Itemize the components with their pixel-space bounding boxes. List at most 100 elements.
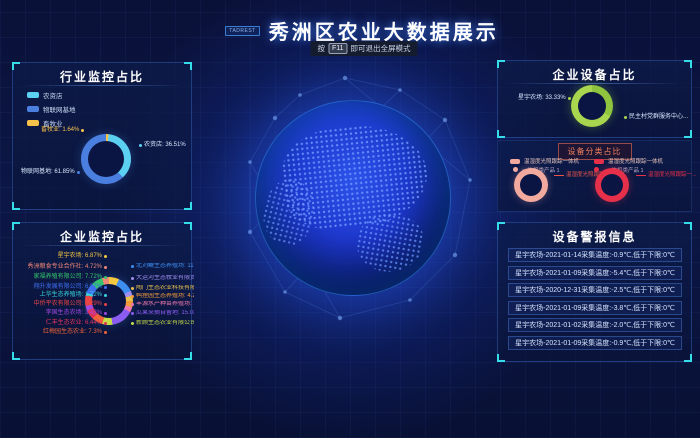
chart-callout: 陶门生态农业科技有限公: [131, 285, 194, 291]
legend-swatch: [27, 92, 39, 98]
fullscreen-hint: 按 F11 即可退出全屏模式: [310, 41, 417, 56]
legend-item[interactable]: 温湿度光照跟踪一体机: [510, 157, 579, 165]
legend-item[interactable]: 温湿度光照跟踪一体机: [594, 157, 663, 165]
callout-line: [636, 175, 646, 176]
callout-dot: [131, 277, 134, 280]
divider: [21, 245, 183, 246]
legend-swatch: [510, 159, 520, 164]
callout-label: 鸭狸园生态养殖场: 4.29%: [136, 293, 194, 299]
chart-callout: 李国生态农场: 3.42%: [15, 310, 107, 316]
chart-callout: 鸭狸园生态养殖场: 4.29%: [131, 293, 194, 299]
industry-legend: 农资店 物联网基地 畜牧业: [27, 90, 76, 128]
legend-label: 物联网基地: [43, 104, 76, 114]
callout-label: 物联网基地: 61.85%: [21, 169, 75, 175]
callout-dot: [104, 294, 107, 297]
legend-swatch: [27, 120, 39, 126]
device-donut-chart[interactable]: [571, 85, 613, 127]
enterprise-monitor-panel: 企业监控占比 星宇农场: 6.87% 秀洲粮食专业合作社: 4.72% 家福养殖…: [12, 222, 192, 360]
divider: [21, 85, 183, 86]
chart-callout: 畜牧业: 1.64%: [41, 127, 84, 133]
chart-callout: 仁丰生态农业: 6.44%: [15, 320, 107, 326]
alarm-row: 星宇农场-2021-01-02采集温度:-2.0℃,低于下限:0℃: [508, 318, 682, 332]
industry-donut-chart[interactable]: [81, 134, 131, 184]
callout-label: 丰源水产种苗养殖场: 1.: [136, 301, 194, 307]
dashboard: TADREST 秀洲区农业大数据展示 按 F11 即可退出全屏模式 行业监控占比…: [0, 0, 700, 438]
globe-visualization: [255, 100, 451, 296]
ring-accent-dot: [594, 167, 599, 172]
hint-suffix: 即可退出全屏模式: [351, 43, 411, 54]
device-category-section: 设备分类占比 温湿度光照跟踪一体机 一体机类产品 1 温湿度光照跟踪一... 温…: [497, 140, 692, 212]
callout-dot: [131, 303, 134, 306]
callout-label: 民主村党群服务中心...: [629, 114, 688, 120]
category-donut-right[interactable]: [595, 168, 629, 202]
donut-hole: [520, 174, 542, 196]
brand-logo: TADREST: [225, 26, 259, 36]
callout-dot: [624, 116, 627, 119]
callout-label: 瓜果采摘自留地: 15.02%: [136, 310, 194, 316]
alarm-row: 星宇农场-2021-01-09采集温度:-0.9℃,低于下限:0℃: [508, 336, 682, 350]
callout-label: 畜牧业: 1.64%: [41, 127, 79, 133]
alarm-row: 星宇农场-2020-12-31采集温度:-2.5℃,低于下限:0℃: [508, 283, 682, 297]
legend-label: 农资店: [43, 90, 63, 100]
donut-hole: [88, 141, 124, 177]
category-donut-left[interactable]: [514, 168, 548, 202]
callout-label: 新顾生态农业有限公司: 6.87%: [136, 320, 194, 326]
chart-callout: 中侨平农有限公司: 7.29%: [15, 301, 107, 307]
callout-dot: [104, 266, 107, 269]
callout-dot: [139, 144, 142, 147]
corner-accent: [184, 352, 192, 360]
chart-callout: 温湿度光照跟踪一...: [636, 173, 697, 179]
legend-item[interactable]: 物联网基地: [27, 104, 76, 114]
alarm-row: 星宇农场-2021-01-09采集温度:-3.8℃,低于下限:0℃: [508, 301, 682, 315]
chart-callout: 民主村党群服务中心...: [624, 114, 688, 120]
corner-accent: [684, 354, 692, 362]
divider: [506, 83, 683, 84]
callout-label: 仁丰生态农业: 6.44%: [46, 320, 102, 326]
f11-key-badge: F11: [328, 43, 348, 54]
ring-accent-dot: [513, 167, 518, 172]
callout-label: 上华生态养殖场: 1.72%: [40, 292, 102, 298]
chart-callout: 新顾生态农业有限公司: 6.87%: [131, 320, 194, 326]
callout-dot: [104, 255, 107, 258]
legend-label: 温湿度光照跟踪一体机: [524, 157, 579, 165]
callout-dot: [104, 322, 107, 325]
callout-dot: [131, 295, 134, 298]
panel-title: 企业监控占比: [13, 228, 191, 245]
corner-accent: [12, 352, 20, 360]
chart-callout: 上华生态养殖场: 1.72%: [15, 292, 107, 298]
hint-prefix: 按: [317, 43, 325, 54]
enterprise-device-panel: 企业设备占比 星宇农场: 33.33% 民主村党群服务中心...: [497, 60, 692, 138]
legend-label: 温湿度光照跟踪一体机: [608, 157, 663, 165]
panel-title: 设备警报信息: [498, 228, 691, 245]
alarm-row: 星宇农场-2021-01-14采集温度:-0.9℃,低于下限:0℃: [508, 248, 682, 262]
chart-callout: 农资店: 36.51%: [139, 142, 186, 148]
chart-callout: 北刘鳜生态养殖场: 11.16%: [131, 263, 194, 269]
chart-callout: 星宇农场: 6.87%: [15, 253, 107, 259]
callout-line: [554, 175, 564, 176]
chart-callout: 大运河生态牧业有限责任公: [131, 275, 194, 281]
chart-callout: 翔升发展有限公司: 6.87%: [15, 284, 107, 290]
callout-dot: [131, 265, 134, 268]
corner-accent: [184, 202, 192, 210]
callout-dot: [131, 312, 134, 315]
callout-label: 陶门生态农业科技有限公: [136, 285, 194, 291]
alarm-row: 星宇农场-2021-01-09采集温度:-5.4℃,低于下限:0℃: [508, 266, 682, 280]
corner-accent: [12, 202, 20, 210]
chart-callout: 星宇农场: 33.33%: [518, 95, 571, 101]
callout-dot: [131, 287, 134, 290]
panel-title: 行业监控占比: [13, 68, 191, 85]
donut-hole: [578, 92, 606, 120]
callout-dot: [104, 286, 107, 289]
callout-label: 中侨平农有限公司: 7.29%: [34, 301, 102, 307]
legend-item[interactable]: 农资店: [27, 90, 76, 100]
callout-dot: [131, 322, 134, 325]
callout-label: 大运河生态牧业有限责任公: [136, 275, 194, 281]
chart-callout: 红梅园生态农业: 7.3%: [15, 329, 107, 335]
callout-label: 红梅园生态农业: 7.3%: [43, 329, 102, 335]
callout-label: 家福养殖有限公司: 7.72%: [34, 274, 102, 280]
callout-dot: [104, 331, 107, 334]
callout-label: 翔升发展有限公司: 6.87%: [34, 284, 102, 290]
corner-accent: [497, 354, 505, 362]
chart-callout: 秀洲粮食专业合作社: 4.72%: [15, 264, 107, 270]
chart-callout: 瓜果采摘自留地: 15.02%: [131, 310, 194, 316]
